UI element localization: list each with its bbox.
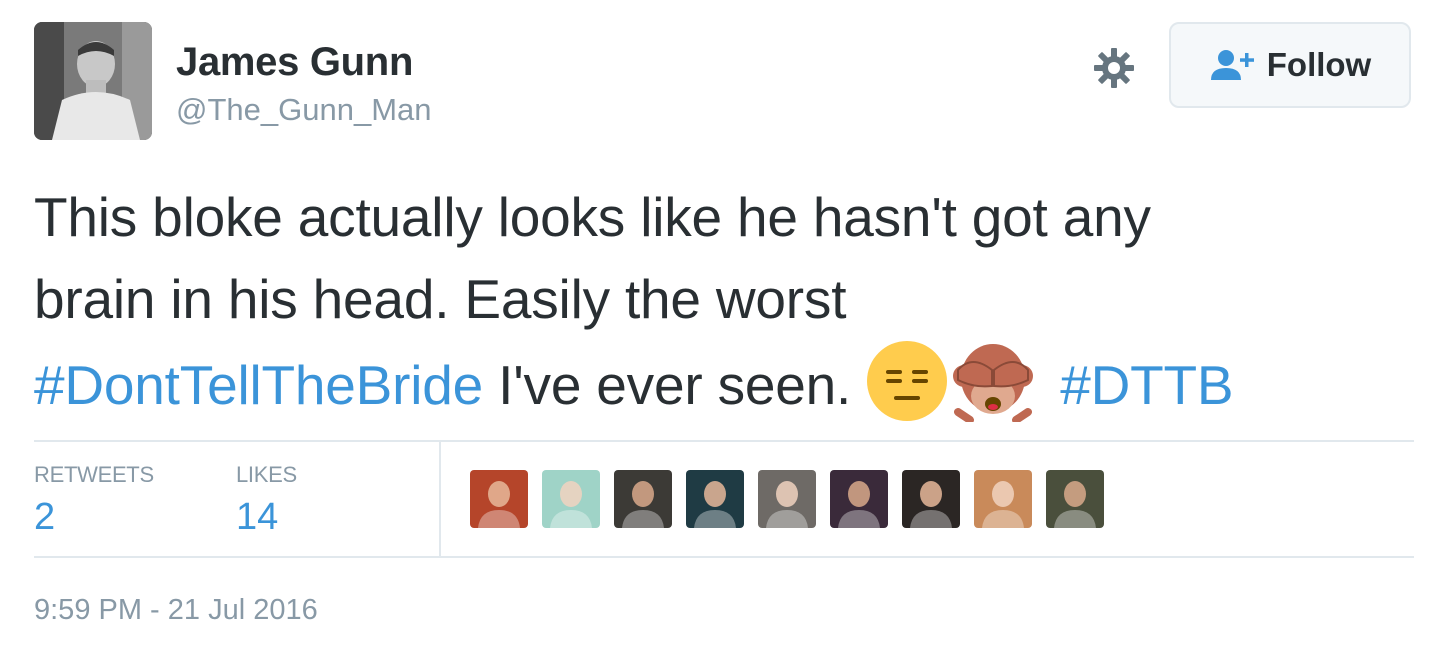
tweet-line-1: This bloke actually looks like he hasn't… <box>34 186 1151 248</box>
liker-avatar-7[interactable] <box>902 470 960 528</box>
hashtag-link[interactable]: #DontTellTheBride <box>34 354 483 416</box>
likes-label: LIKES <box>236 462 297 487</box>
retweets-count: 2 <box>34 496 56 538</box>
liker-avatar-2[interactable] <box>542 470 600 528</box>
tweet-line-2: brain in his head. Easily the worst <box>34 268 847 330</box>
see-no-evil-monkey-emoji <box>952 340 1034 422</box>
hashtag-link[interactable]: #DTTB <box>1060 354 1233 416</box>
likes-stat[interactable]: LIKES 14 <box>236 462 297 539</box>
retweets-label: RETWEETS <box>34 462 154 487</box>
liker-avatar-3[interactable] <box>614 470 672 528</box>
liker-avatar-1[interactable] <box>470 470 528 528</box>
follow-label: Follow <box>1266 46 1372 83</box>
tweet-line-3-text: I've ever seen. <box>483 354 867 416</box>
display-name[interactable]: James Gunn <box>176 40 413 85</box>
avatar[interactable] <box>34 22 152 140</box>
likes-count: 14 <box>236 496 279 538</box>
liker-avatar-6[interactable] <box>830 470 888 528</box>
gear-icon[interactable] <box>1092 46 1136 90</box>
divider <box>439 442 441 556</box>
tweet-card: James Gunn @The_Gunn_Man Follow This blo… <box>0 0 1440 648</box>
profile-photo-icon <box>34 22 152 140</box>
liker-avatar-9[interactable] <box>1046 470 1104 528</box>
liker-avatar-5[interactable] <box>758 470 816 528</box>
expressionless-face-emoji <box>866 340 948 422</box>
likers-list <box>470 470 1104 528</box>
divider <box>34 440 1414 442</box>
retweets-stat[interactable]: RETWEETS 2 <box>34 462 154 539</box>
liker-avatar-8[interactable] <box>974 470 1032 528</box>
user-handle[interactable]: @The_Gunn_Man <box>176 92 432 128</box>
liker-avatar-4[interactable] <box>686 470 744 528</box>
tweet-text: This bloke actually looks like he hasn't… <box>34 176 1414 426</box>
tweet-line-3: #DontTellTheBride I've ever seen. #DTTB <box>34 340 1414 426</box>
follow-button[interactable]: Follow <box>1169 22 1411 108</box>
add-user-icon <box>1210 50 1254 80</box>
divider <box>34 556 1414 558</box>
timestamp[interactable]: 9:59 PM - 21 Jul 2016 <box>34 594 318 627</box>
